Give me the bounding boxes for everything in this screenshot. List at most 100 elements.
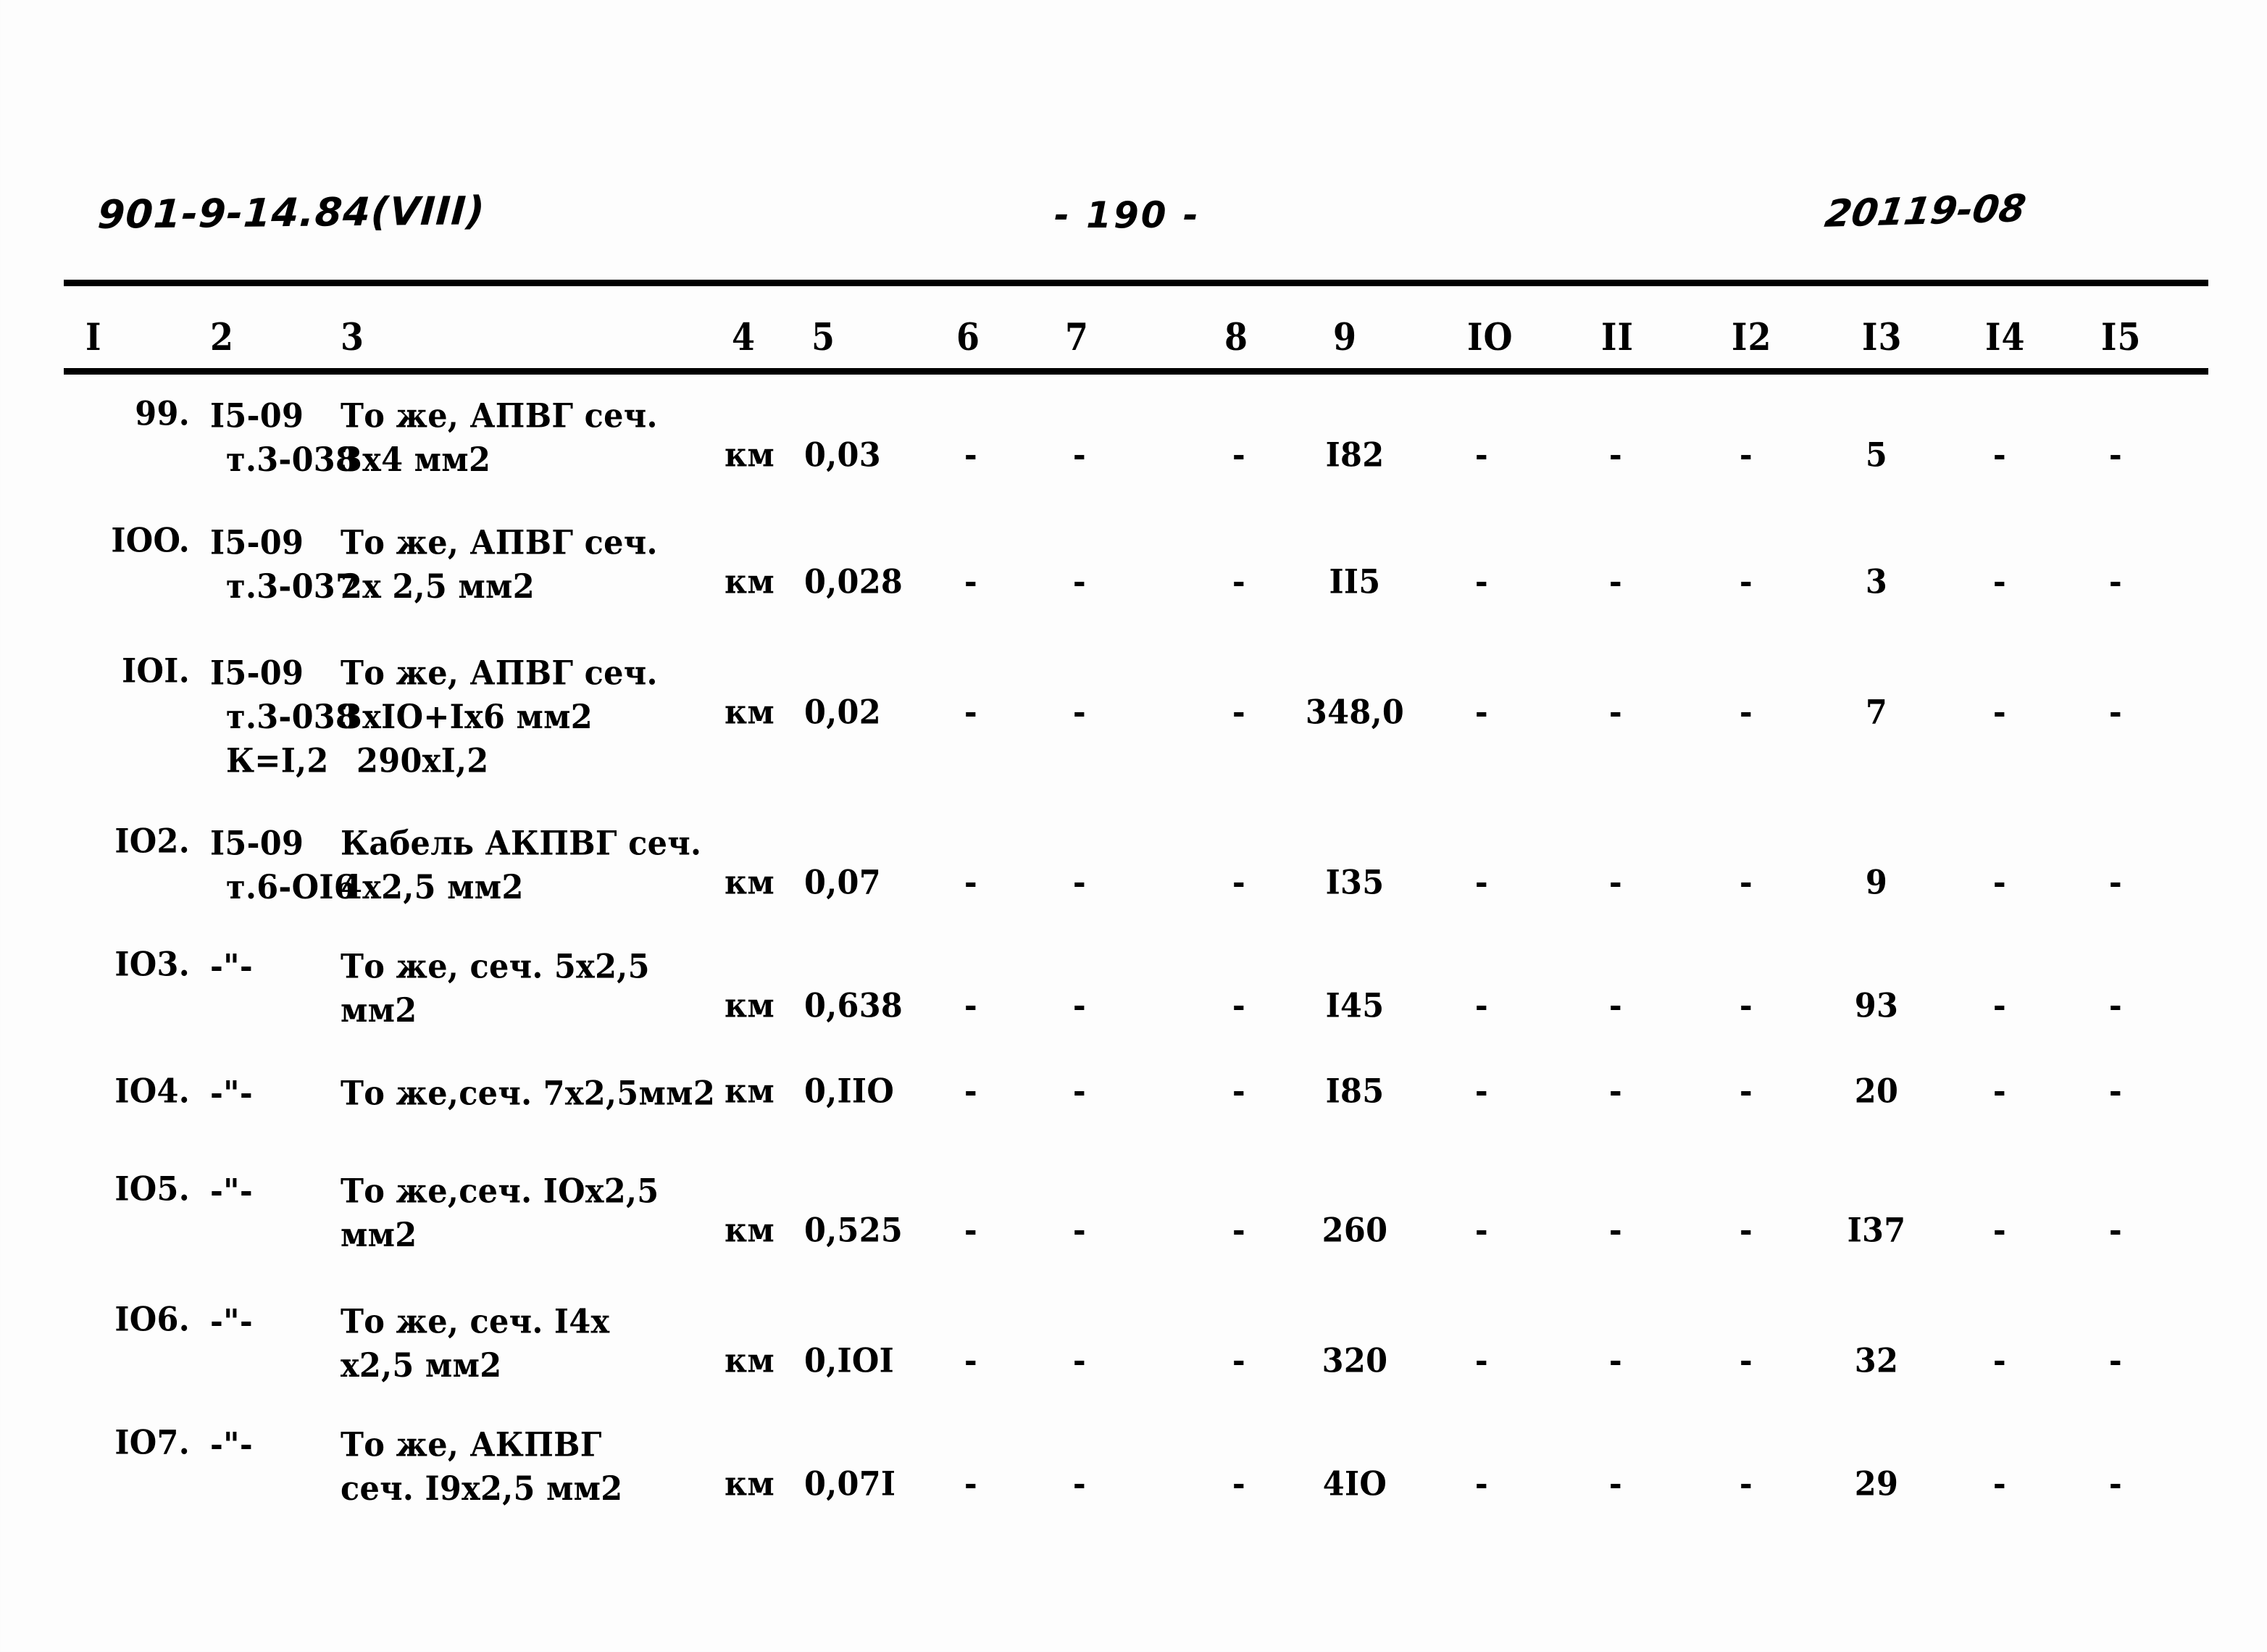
value-col8: - (1232, 563, 1246, 601)
item-description-line: 3хIO+Iх6 мм2 (341, 698, 593, 737)
drawing-reference-line: I5-09 (210, 397, 304, 436)
value-col11: - (1608, 436, 1623, 475)
item-description-line: 3х4 мм2 (341, 441, 491, 480)
unit: км (725, 563, 775, 601)
value-col15: - (2108, 864, 2123, 902)
item-description: То же, АКПВГ сеч. I9х2,5 мм2 (341, 1424, 623, 1511)
row-number: IO7. (114, 1424, 190, 1462)
value-col14: - (1992, 693, 2007, 732)
value-col15: - (2108, 693, 2123, 732)
unit: км (725, 987, 775, 1025)
value-col6: - (964, 436, 978, 475)
value-col7: - (1072, 1465, 1087, 1503)
item-description: То же, АПВГ сеч. 2х 2,5 мм2 (341, 522, 658, 609)
table-row: IO6. -"- То же, сеч. I4х х2,5 мм2 км 0,IOI - - -… (0, 1301, 2267, 1424)
value-col13: 7 (1865, 693, 1888, 732)
value-col10: - (1474, 1465, 1489, 1503)
value-col14: - (1992, 436, 2007, 475)
item-description: То же,сеч. IOх2,5 мм2 (341, 1170, 659, 1258)
table-row: IO2. I5-09 т.6-OI6 Кабель АКПВГ сеч. 4х2,5 м… (0, 822, 2267, 946)
drawing-reference-line: -"- (210, 948, 253, 987)
item-description-line: х2,5 мм2 (341, 1346, 502, 1385)
value-col13: 5 (1865, 436, 1888, 475)
value-col10: - (1474, 1072, 1489, 1111)
unit: км (725, 693, 775, 732)
value-col11: - (1608, 864, 1623, 902)
value-col12: - (1739, 1211, 1753, 1250)
item-description-line: 4х2,5 мм2 (341, 868, 524, 907)
table-row: IOI. I5-09 т.3-038 К=I,2 То же, АПВГ сеч. 3хI… (0, 652, 2267, 780)
item-description-line: То же, АКПВГ (341, 1426, 602, 1465)
page-number: - 190 - (1054, 194, 1201, 236)
document-page: 901-9-14.84(VIII) - 190 - 20119-08 I2345… (0, 0, 2267, 1652)
item-description-line: То же, АПВГ сеч. (341, 524, 658, 563)
value-col14: - (1992, 1211, 2007, 1250)
column-header-15: I5 (2101, 314, 2142, 359)
column-header-11: II (1601, 314, 1635, 359)
row-number: IO4. (114, 1072, 190, 1111)
item-description-line: сеч. I9х2,5 мм2 (341, 1469, 623, 1509)
drawing-reference: -"- (210, 1424, 253, 1467)
drawing-reference-line: т.3-038 (226, 698, 358, 737)
unit: км (725, 1072, 775, 1111)
value-col7: - (1072, 436, 1087, 475)
value-col12: - (1739, 563, 1753, 601)
drawing-reference-line: т.6-OI6 (226, 868, 356, 907)
value-col13: 32 (1854, 1342, 1899, 1380)
value-col6: - (964, 864, 978, 902)
table-top-rule (64, 280, 2208, 286)
value-col11: - (1608, 1211, 1623, 1250)
column-header-12: I2 (1732, 314, 1772, 359)
value-col11: - (1608, 693, 1623, 732)
unit: км (725, 436, 775, 475)
column-header-6: 6 (956, 314, 981, 359)
table-row: IO5. -"- То же,сеч. IOх2,5 мм2 км 0,525- - -260… (0, 1170, 2267, 1293)
value-col13: 93 (1854, 987, 1899, 1025)
value-col10: - (1474, 987, 1489, 1025)
unit: км (725, 1342, 775, 1380)
value-col14: - (1992, 1465, 2007, 1503)
item-description-line: То же,сеч. 7х2,5мм2 (341, 1075, 716, 1114)
value-col9: 320 (1322, 1342, 1388, 1380)
item-description-line: То же, сеч. I4х (341, 1303, 610, 1342)
value-col13: 3 (1865, 563, 1888, 601)
value-col11: - (1608, 1465, 1623, 1503)
value-col6: - (964, 693, 978, 732)
order-code: 20119-08 (1821, 187, 2029, 236)
column-header-8: 8 (1224, 314, 1249, 359)
value-col15: - (2108, 1211, 2123, 1250)
album-code: 901-9-14.84(VIII) (96, 188, 487, 238)
value-col9: II5 (1329, 563, 1381, 601)
value-col15: - (2108, 1342, 2123, 1380)
value-col10: - (1474, 436, 1489, 475)
value-col6: - (964, 563, 978, 601)
drawing-reference-line: -"- (210, 1426, 253, 1465)
row-number: IO6. (114, 1301, 190, 1339)
drawing-reference: -"- (210, 946, 253, 989)
value-col7: - (1072, 1072, 1087, 1111)
value-col8: - (1232, 436, 1246, 475)
drawing-reference-line: т.3-037 (226, 567, 358, 606)
value-col14: - (1992, 987, 2007, 1025)
item-description: То же, сеч. I4х х2,5 мм2 (341, 1301, 610, 1388)
value-col15: - (2108, 987, 2123, 1025)
value-col10: - (1474, 1211, 1489, 1250)
value-col9: I85 (1325, 1072, 1385, 1111)
value-col8: - (1232, 987, 1246, 1025)
value-col11: - (1608, 563, 1623, 601)
value-col6: - (964, 1342, 978, 1380)
value-col8: - (1232, 1211, 1246, 1250)
column-header-2: 2 (210, 314, 235, 359)
drawing-reference-line: К=I,2 (226, 742, 329, 781)
item-description-line: Кабель АКПВГ сеч. (341, 825, 702, 864)
table-row: IOO. I5-09 т.3-037 То же, АПВГ сеч. 2х 2,5 м… (0, 522, 2267, 645)
column-header-3: 3 (341, 314, 365, 359)
value-col9: 4IO (1322, 1465, 1387, 1503)
unit: км (725, 1465, 775, 1503)
value-col9: I82 (1325, 436, 1385, 475)
row-number: IO5. (114, 1170, 190, 1209)
value-col10: - (1474, 563, 1489, 601)
value-col12: - (1739, 987, 1753, 1025)
value-col12: - (1739, 1465, 1753, 1503)
drawing-reference-line: I5-09 (210, 654, 304, 693)
